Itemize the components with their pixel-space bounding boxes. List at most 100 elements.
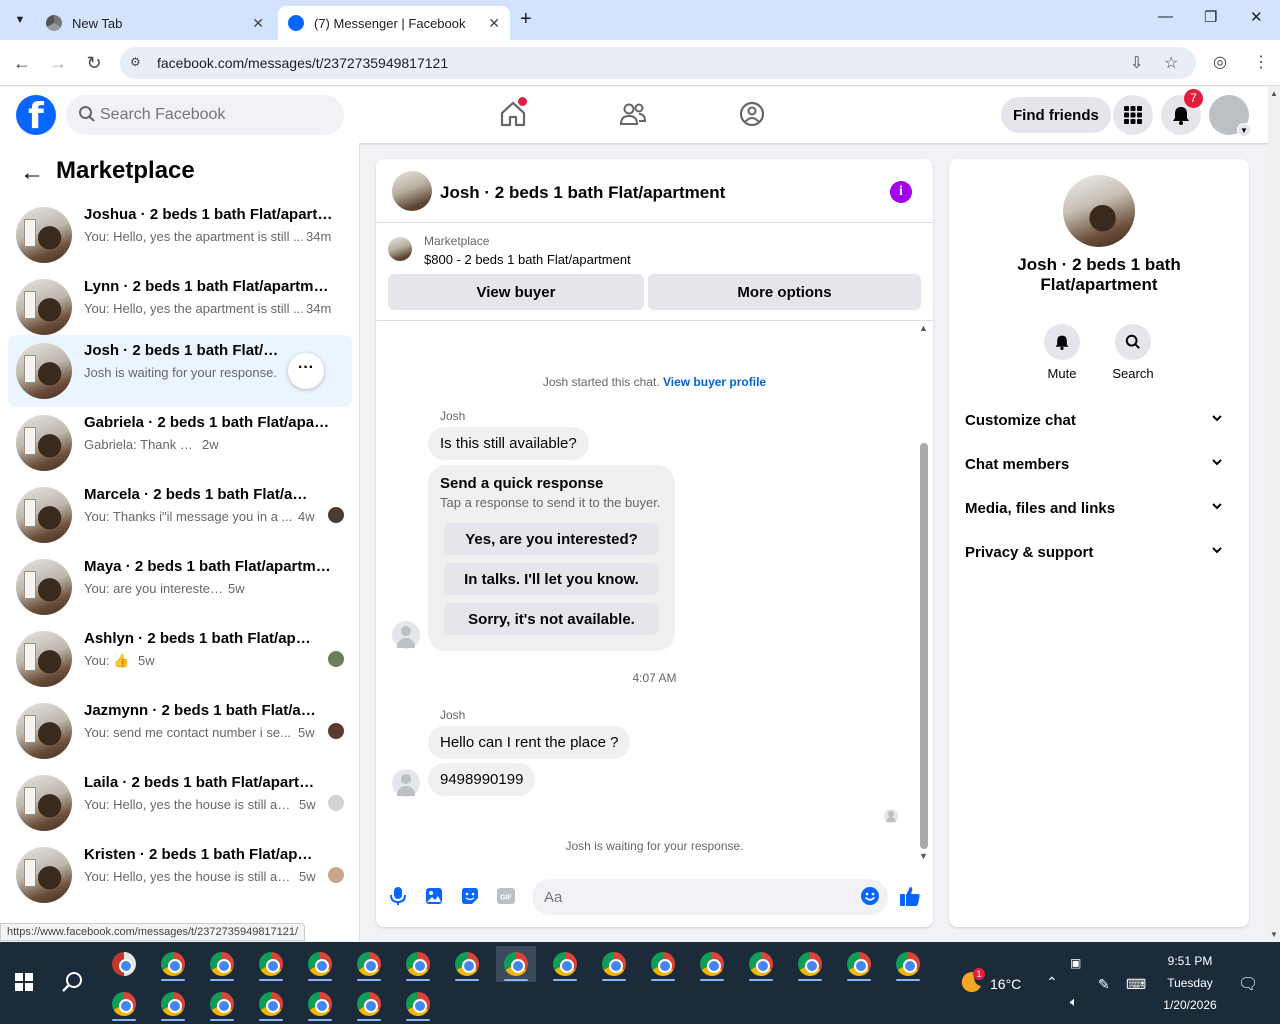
tab-messenger[interactable]: (7) Messenger | Facebook ✕ xyxy=(278,6,510,40)
meet-now-icon[interactable]: ▣ xyxy=(1070,956,1081,970)
minimize-icon[interactable]: — xyxy=(1158,8,1173,25)
chat-members-section[interactable]: Chat members xyxy=(957,442,1241,486)
conversation-item[interactable]: Lynn · 2 beds 1 bath Flat/apartment You:… xyxy=(8,271,352,343)
taskbar-app-chrome[interactable] xyxy=(349,986,389,1022)
back-arrow-icon[interactable]: ← xyxy=(20,159,44,187)
taskbar-app-chrome-active[interactable] xyxy=(496,946,536,982)
conversation-item[interactable]: Ashlyn · 2 beds 1 bath Flat/apart... You… xyxy=(8,623,352,695)
new-tab-button[interactable]: + xyxy=(520,8,532,31)
taskbar-app-chrome[interactable] xyxy=(888,946,928,982)
gif-icon[interactable]: GIF xyxy=(495,885,517,907)
chat-scrollbar[interactable]: ▲ ▼ xyxy=(916,321,932,863)
close-tab-icon[interactable]: ✕ xyxy=(488,15,500,32)
pen-icon[interactable]: ✎ xyxy=(1098,976,1110,993)
conversation-item[interactable]: Gabriela · 2 beds 1 bath Flat/apart... G… xyxy=(8,407,352,479)
facebook-search[interactable] xyxy=(66,95,344,135)
taskbar-app-chrome[interactable] xyxy=(741,946,781,982)
sticker-icon[interactable] xyxy=(459,885,481,907)
chat-avatar[interactable] xyxy=(392,171,432,211)
windows-start-icon[interactable] xyxy=(4,964,44,1000)
taskbar-app-chrome[interactable] xyxy=(153,986,193,1022)
page-scrollbar[interactable]: ▲ ▼ xyxy=(1268,87,1280,941)
tab-new-tab[interactable]: New Tab ✕ xyxy=(36,6,274,40)
taskbar-app-chrome[interactable] xyxy=(153,946,193,982)
close-window-icon[interactable]: ✕ xyxy=(1250,8,1263,26)
bookmark-star-icon[interactable]: ☆ xyxy=(1164,53,1178,73)
conversation-item[interactable]: Kristen · 2 beds 1 bath Flat/apar... You… xyxy=(8,839,352,911)
mute-button[interactable]: Mute xyxy=(1032,324,1092,381)
volume-icon[interactable]: 🔈︎ xyxy=(1070,994,1078,1010)
quick-response-button[interactable]: In talks. I'll let you know. xyxy=(444,563,659,595)
taskbar-app-chrome[interactable] xyxy=(447,946,487,982)
find-friends-button[interactable]: Find friends xyxy=(1001,97,1111,133)
conversation-item-active[interactable]: Josh · 2 beds 1 bath Flat/apartm... Josh… xyxy=(8,335,352,407)
scrollbar-thumb[interactable] xyxy=(920,443,928,849)
install-app-icon[interactable]: ⇩ xyxy=(1130,53,1143,73)
chat-title[interactable]: Josh · 2 beds 1 bath Flat/apartment xyxy=(440,183,725,203)
chrome-menu-icon[interactable]: ⋮ xyxy=(1253,52,1269,72)
thumbs-up-icon[interactable] xyxy=(899,885,921,907)
clock-date[interactable]: 1/20/2026 xyxy=(1156,998,1224,1012)
tab-search-button[interactable]: ▼ xyxy=(8,8,32,32)
conversation-item[interactable]: Maya · 2 beds 1 bath Flat/apartment You:… xyxy=(8,551,352,623)
taskbar-app-chrome[interactable] xyxy=(202,946,242,982)
taskbar-app-chrome[interactable] xyxy=(104,986,144,1022)
conversation-item[interactable]: Jazmynn · 2 beds 1 bath Flat/ap... You: … xyxy=(8,695,352,767)
conversation-item[interactable]: Laila · 2 beds 1 bath Flat/apartm... You… xyxy=(8,767,352,839)
keyboard-icon[interactable]: ⌨ xyxy=(1126,976,1146,993)
forward-icon[interactable]: → xyxy=(45,50,71,76)
search-input[interactable] xyxy=(100,95,330,135)
account-avatar[interactable]: ▼ xyxy=(1209,95,1251,137)
taskbar-app-chrome[interactable] xyxy=(398,946,438,982)
back-icon[interactable]: ← xyxy=(9,50,35,76)
taskbar-app-chrome[interactable] xyxy=(349,946,389,982)
reload-icon[interactable]: ↻ xyxy=(81,50,107,76)
conversation-item[interactable]: Marcela · 2 beds 1 bath Flat/apa... You:… xyxy=(8,479,352,551)
clock-day[interactable]: Tuesday xyxy=(1156,976,1224,990)
taskbar-app-chrome[interactable] xyxy=(300,986,340,1022)
site-info-icon[interactable]: ⚙ xyxy=(130,55,146,71)
home-icon[interactable] xyxy=(498,97,528,129)
taskbar-app-chrome[interactable] xyxy=(643,946,683,982)
media-files-links-section[interactable]: Media, files and links xyxy=(957,486,1241,530)
clock-time[interactable]: 9:51 PM xyxy=(1156,954,1224,968)
taskbar-app-chrome[interactable] xyxy=(398,986,438,1022)
address-bar[interactable]: ⚙ facebook.com/messages/t/23727359498171… xyxy=(120,47,1196,79)
conversation-item[interactable]: Joshua · 2 beds 1 bath Flat/apartm... Yo… xyxy=(8,199,352,271)
profile-icon[interactable]: ◎ xyxy=(1213,52,1227,72)
groups-icon[interactable] xyxy=(737,99,767,129)
taskbar-app-chrome[interactable] xyxy=(692,946,732,982)
notification-center-icon[interactable]: 🗨︎ xyxy=(1238,974,1258,994)
message-input[interactable] xyxy=(532,879,888,915)
taskbar-app-chrome[interactable] xyxy=(251,946,291,982)
view-buyer-profile-link[interactable]: View buyer profile xyxy=(663,375,766,389)
search-icon[interactable] xyxy=(52,964,92,1000)
facebook-logo[interactable]: f xyxy=(16,95,56,137)
emoji-icon[interactable] xyxy=(859,885,881,907)
photo-icon[interactable] xyxy=(423,885,445,907)
microphone-icon[interactable] xyxy=(387,885,409,907)
taskbar-app-chrome[interactable] xyxy=(251,986,291,1022)
taskbar-app-chrome[interactable] xyxy=(300,946,340,982)
friends-icon[interactable] xyxy=(618,99,648,129)
taskbar-app-chrome[interactable] xyxy=(202,986,242,1022)
restore-icon[interactable]: ❐ xyxy=(1204,8,1217,26)
taskbar-app-chrome[interactable] xyxy=(545,946,585,982)
taskbar-app-chrome[interactable] xyxy=(839,946,879,982)
quick-response-button[interactable]: Sorry, it's not available. xyxy=(444,603,659,635)
url-text[interactable]: facebook.com/messages/t/2372735949817121 xyxy=(157,55,448,71)
info-icon[interactable]: i xyxy=(890,181,912,203)
notifications-button[interactable]: 7 xyxy=(1161,89,1203,135)
show-hidden-icons-chevron[interactable]: ⌃ xyxy=(1046,974,1058,991)
taskbar-app-chrome[interactable] xyxy=(594,946,634,982)
weather-icon[interactable]: 1 xyxy=(960,968,985,994)
more-options-icon[interactable]: ··· xyxy=(288,353,324,389)
search-in-chat-button[interactable]: Search xyxy=(1103,324,1163,381)
privacy-support-section[interactable]: Privacy & support xyxy=(957,530,1241,574)
customize-chat-section[interactable]: Customize chat xyxy=(957,398,1241,442)
quick-response-button[interactable]: Yes, are you interested? xyxy=(444,523,659,555)
view-buyer-button[interactable]: View buyer xyxy=(388,274,644,310)
taskbar-app-paint[interactable] xyxy=(104,946,144,982)
menu-grid-icon[interactable] xyxy=(1113,95,1153,135)
more-options-button[interactable]: More options xyxy=(648,274,921,310)
